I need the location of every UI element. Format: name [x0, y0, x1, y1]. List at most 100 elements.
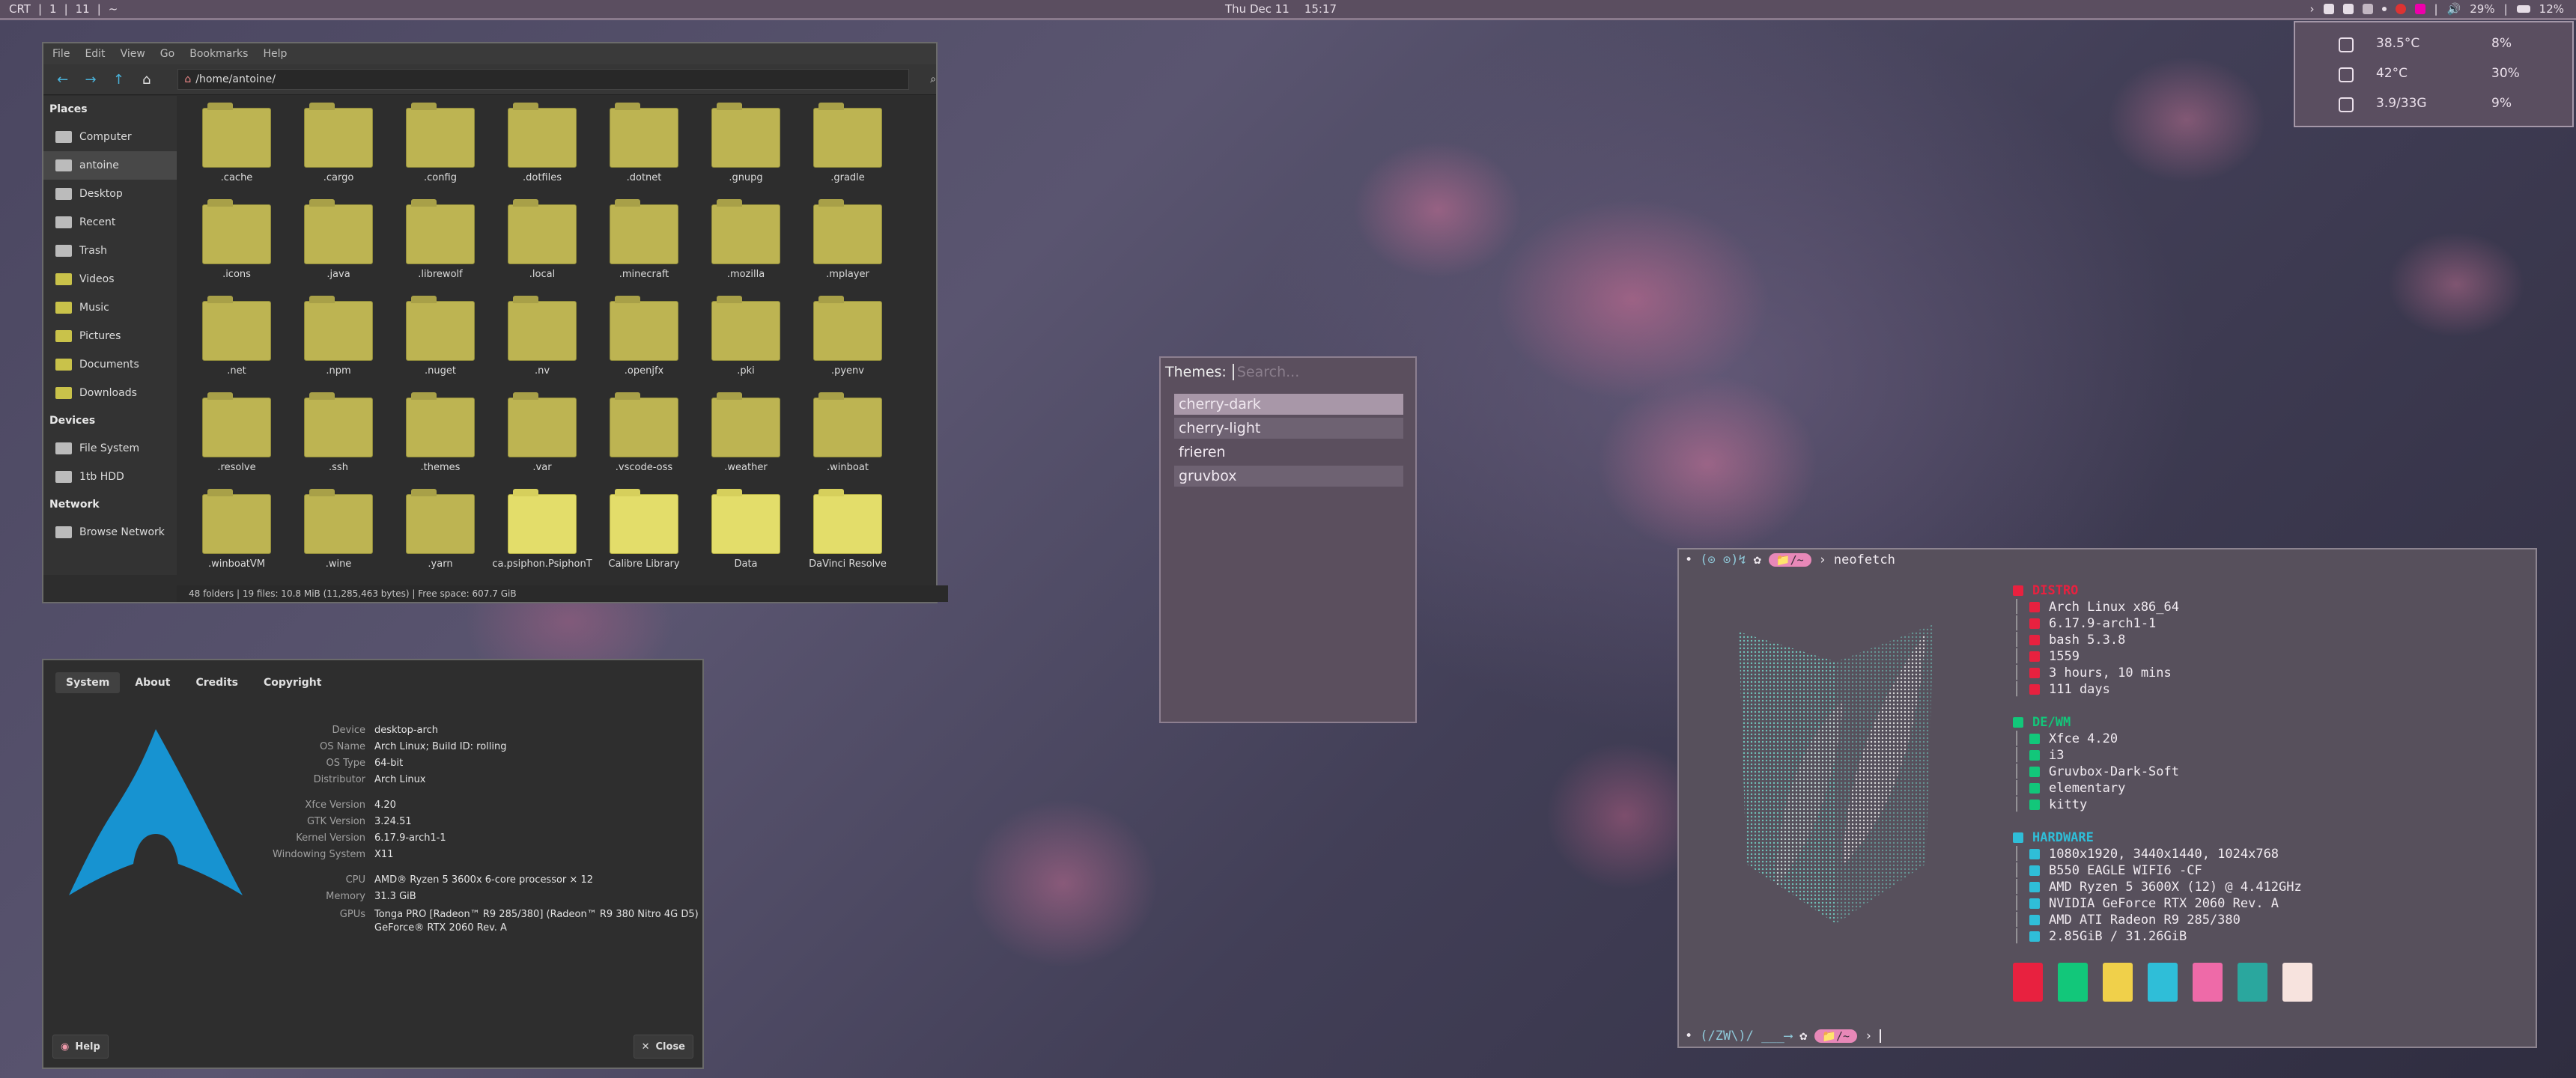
- folder-item[interactable]: .cargo: [288, 103, 389, 200]
- terminal-window[interactable]: • (⊙ ⊙)↯ ✿ 📁/~ › neofetch DISTRO │ Arch Li…: [1677, 548, 2537, 1048]
- folder-item[interactable]: .pki: [695, 296, 797, 393]
- sidebar-item-browse-network[interactable]: Browse Network: [43, 518, 177, 546]
- sidebar-item-recent[interactable]: Recent: [43, 208, 177, 237]
- theme-item-cherry-dark[interactable]: cherry-dark: [1174, 394, 1403, 415]
- sidebar-item-computer[interactable]: Computer: [43, 123, 177, 151]
- close-button[interactable]: ✕ Close: [633, 1035, 693, 1059]
- folder-item[interactable]: .librewolf: [389, 199, 491, 296]
- folder-item[interactable]: .config: [389, 103, 491, 200]
- sidebar-item-trash[interactable]: Trash: [43, 237, 177, 265]
- chevron-right-icon[interactable]: ›: [2310, 2, 2315, 16]
- workspace-1[interactable]: 1: [49, 2, 57, 16]
- folder-item[interactable]: .cache: [186, 103, 288, 200]
- neofetch-line: │ Arch Linux x86_64: [2013, 600, 2179, 615]
- folder-icon: [610, 489, 678, 554]
- tab-about[interactable]: About: [124, 672, 180, 693]
- menu-file[interactable]: File: [52, 48, 70, 60]
- folder-item[interactable]: .gnupg: [695, 103, 797, 200]
- folder-item[interactable]: .vscode-oss: [593, 392, 695, 490]
- up-arrow-icon[interactable]: ↑: [112, 72, 126, 88]
- folder-item[interactable]: .winboatVM: [186, 489, 288, 586]
- tray-app-icon[interactable]: [2362, 4, 2373, 14]
- theme-item-cherry-light[interactable]: cherry-light: [1174, 418, 1403, 439]
- folder-label: .librewolf: [418, 269, 463, 280]
- tray-network-icon[interactable]: [2342, 4, 2354, 14]
- forward-arrow-icon[interactable]: →: [83, 72, 97, 88]
- folder-item[interactable]: .mplayer: [797, 199, 899, 296]
- info-value: GeForce® RTX 2060 Rev. A: [374, 922, 507, 934]
- folder-item[interactable]: DaVinci Resolve: [797, 489, 899, 586]
- search-icon[interactable]: ⌕: [930, 73, 936, 85]
- folder-icon: [406, 392, 475, 457]
- sidebar-item-desktop[interactable]: Desktop: [43, 180, 177, 208]
- folder-item[interactable]: ca.psiphon.PsiphonT: [491, 489, 593, 586]
- folder-item[interactable]: .yarn: [389, 489, 491, 586]
- folder-item[interactable]: .nv: [491, 296, 593, 393]
- folder-item[interactable]: Data: [695, 489, 797, 586]
- tab-copyright[interactable]: Copyright: [253, 672, 332, 693]
- menu-help[interactable]: Help: [263, 48, 287, 60]
- folder-item[interactable]: .local: [491, 199, 593, 296]
- folder-item[interactable]: .npm: [288, 296, 389, 393]
- sidebar-item-hdd[interactable]: 1tb HDD: [43, 463, 177, 491]
- sidebar-item-downloads[interactable]: Downloads: [43, 379, 177, 407]
- folder-item[interactable]: .wine: [288, 489, 389, 586]
- workspace-home[interactable]: ~: [109, 2, 118, 16]
- neofetch-line: │ 2.85GiB / 31.26GiB: [2013, 929, 2187, 944]
- folder-item[interactable]: .mozilla: [695, 199, 797, 296]
- folder-label: .vscode-oss: [615, 462, 673, 473]
- folder-label: .openjfx: [624, 365, 664, 377]
- folder-item[interactable]: .dotnet: [593, 103, 695, 200]
- folder-icon: [202, 296, 271, 361]
- back-arrow-icon[interactable]: ←: [55, 72, 70, 88]
- tab-system[interactable]: System: [55, 672, 121, 693]
- folder-item[interactable]: .pyenv: [797, 296, 899, 393]
- tray-dot-icon[interactable]: [2381, 7, 2387, 11]
- tray-app-icon[interactable]: [2414, 4, 2425, 14]
- folder-item[interactable]: .nuget: [389, 296, 491, 393]
- folder-item[interactable]: .icons: [186, 199, 288, 296]
- sidebar-item-videos[interactable]: Videos: [43, 265, 177, 293]
- folder-item[interactable]: .dotfiles: [491, 103, 593, 200]
- folder-label: .dotfiles: [522, 172, 562, 183]
- home-icon[interactable]: ⌂: [139, 72, 154, 88]
- folder-item[interactable]: .resolve: [186, 392, 288, 490]
- folder-item[interactable]: .winboat: [797, 392, 899, 490]
- help-button[interactable]: ◉ Help: [52, 1035, 109, 1059]
- menu-view[interactable]: View: [121, 48, 145, 60]
- workspace-11[interactable]: 11: [76, 2, 90, 16]
- folder-item[interactable]: Calibre Library: [593, 489, 695, 586]
- folder-item[interactable]: .net: [186, 296, 288, 393]
- sidebar-item-music[interactable]: Music: [43, 293, 177, 322]
- folder-item[interactable]: .minecraft: [593, 199, 695, 296]
- sidebar-item-pictures[interactable]: Pictures: [43, 322, 177, 350]
- chevron-right-icon: ›: [1865, 1029, 1873, 1044]
- tab-credits[interactable]: Credits: [185, 672, 249, 693]
- computer-icon: [55, 131, 72, 143]
- folder-item[interactable]: .java: [288, 199, 389, 296]
- wm-label: CRT: [9, 2, 31, 16]
- folder-item[interactable]: .var: [491, 392, 593, 490]
- theme-item-gruvbox[interactable]: gruvbox: [1174, 466, 1403, 487]
- sidebar-item-filesystem[interactable]: File System: [43, 434, 177, 463]
- folder-item[interactable]: .openjfx: [593, 296, 695, 393]
- folder-item[interactable]: .ssh: [288, 392, 389, 490]
- folder-label: .dotnet: [626, 172, 662, 183]
- theme-item-frieren[interactable]: frieren: [1174, 442, 1403, 463]
- sidebar-item-documents[interactable]: Documents: [43, 350, 177, 379]
- volume-icon[interactable]: 🔊: [2447, 2, 2461, 16]
- folder-label: .mplayer: [826, 269, 869, 280]
- folder-item[interactable]: .gradle: [797, 103, 899, 200]
- date-label: Thu Dec 11: [1225, 2, 1289, 16]
- tray-app-icon[interactable]: [2395, 4, 2406, 14]
- theme-search-input[interactable]: Search...: [1232, 364, 1299, 380]
- menu-go[interactable]: Go: [160, 48, 174, 60]
- folder-item[interactable]: .themes: [389, 392, 491, 490]
- location-bar[interactable]: ⌂ /home/antoine/: [177, 69, 910, 90]
- tray-app-icon[interactable]: [2323, 4, 2334, 14]
- menu-bookmarks[interactable]: Bookmarks: [189, 48, 248, 60]
- folder-item[interactable]: .weather: [695, 392, 797, 490]
- menu-edit[interactable]: Edit: [85, 48, 105, 60]
- sidebar-item-antoine[interactable]: antoine: [43, 151, 177, 180]
- neofetch-line: │ NVIDIA GeForce RTX 2060 Rev. A: [2013, 896, 2279, 911]
